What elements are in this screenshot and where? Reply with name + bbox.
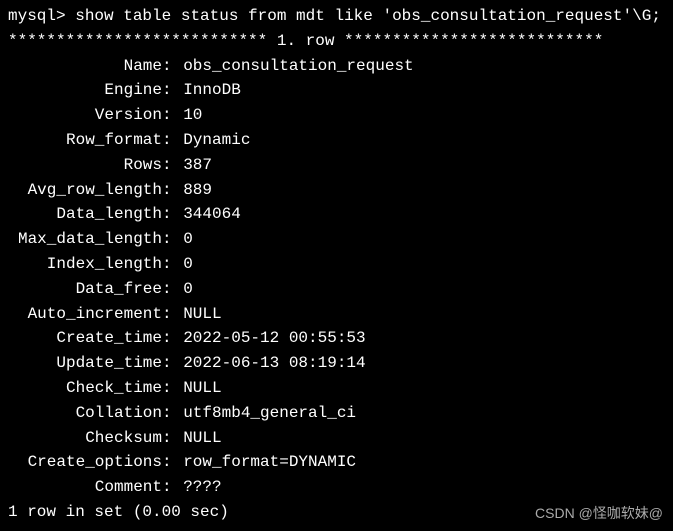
field-row: Update_time: 2022-06-13 08:19:14 [8, 351, 665, 376]
field-colon: : [162, 178, 183, 203]
field-colon: : [162, 326, 183, 351]
field-label: Rows [8, 153, 162, 178]
field-row: Max_data_length: 0 [8, 227, 665, 252]
field-value: obs_consultation_request [183, 54, 413, 79]
field-value: ???? [183, 475, 221, 500]
field-row: Row_format: Dynamic [8, 128, 665, 153]
field-value: 2022-06-13 08:19:14 [183, 351, 365, 376]
field-row: Auto_increment: NULL [8, 302, 665, 327]
field-label: Auto_increment [8, 302, 162, 327]
field-colon: : [162, 227, 183, 252]
field-value: 0 [183, 277, 193, 302]
field-label: Comment [8, 475, 162, 500]
watermark: CSDN @怪咖软妹@ [535, 503, 663, 525]
field-row: Comment: ???? [8, 475, 665, 500]
field-row: Check_time: NULL [8, 376, 665, 401]
field-label: Create_time [8, 326, 162, 351]
field-colon: : [162, 450, 183, 475]
field-label: Data_free [8, 277, 162, 302]
table-status-fields: Name: obs_consultation_requestEngine: In… [8, 54, 665, 500]
field-label: Update_time [8, 351, 162, 376]
field-row: Checksum: NULL [8, 426, 665, 451]
field-colon: : [162, 376, 183, 401]
field-value: 344064 [183, 202, 241, 227]
row-separator: *************************** 1. row *****… [8, 29, 665, 54]
field-label: Checksum [8, 426, 162, 451]
field-colon: : [162, 54, 183, 79]
field-label: Collation [8, 401, 162, 426]
field-value: 10 [183, 103, 202, 128]
field-value: row_format=DYNAMIC [183, 450, 356, 475]
field-value: InnoDB [183, 78, 241, 103]
field-colon: : [162, 78, 183, 103]
field-row: Index_length: 0 [8, 252, 665, 277]
field-label: Row_format [8, 128, 162, 153]
field-colon: : [162, 351, 183, 376]
field-row: Data_free: 0 [8, 277, 665, 302]
field-colon: : [162, 128, 183, 153]
field-colon: : [162, 475, 183, 500]
field-row: Version: 10 [8, 103, 665, 128]
field-value: utf8mb4_general_ci [183, 401, 356, 426]
field-row: Create_options: row_format=DYNAMIC [8, 450, 665, 475]
field-value: 889 [183, 178, 212, 203]
field-label: Name [8, 54, 162, 79]
field-colon: : [162, 103, 183, 128]
field-label: Data_length [8, 202, 162, 227]
field-value: NULL [183, 376, 221, 401]
field-value: NULL [183, 426, 221, 451]
field-label: Avg_row_length [8, 178, 162, 203]
field-label: Engine [8, 78, 162, 103]
field-label: Version [8, 103, 162, 128]
field-label: Check_time [8, 376, 162, 401]
field-colon: : [162, 401, 183, 426]
field-value: 0 [183, 227, 193, 252]
field-row: Data_length: 344064 [8, 202, 665, 227]
field-colon: : [162, 153, 183, 178]
field-row: Name: obs_consultation_request [8, 54, 665, 79]
field-row: Engine: InnoDB [8, 78, 665, 103]
mysql-prompt-prefix: mysql> [8, 7, 75, 25]
field-row: Create_time: 2022-05-12 00:55:53 [8, 326, 665, 351]
field-row: Collation: utf8mb4_general_ci [8, 401, 665, 426]
field-colon: : [162, 202, 183, 227]
field-value: 0 [183, 252, 193, 277]
field-label: Index_length [8, 252, 162, 277]
field-value: 2022-05-12 00:55:53 [183, 326, 365, 351]
field-label: Create_options [8, 450, 162, 475]
field-value: NULL [183, 302, 221, 327]
field-value: 387 [183, 153, 212, 178]
field-colon: : [162, 252, 183, 277]
field-label: Max_data_length [8, 227, 162, 252]
mysql-prompt-line[interactable]: mysql> show table status from mdt like '… [8, 4, 665, 29]
field-value: Dynamic [183, 128, 250, 153]
field-colon: : [162, 426, 183, 451]
field-row: Avg_row_length: 889 [8, 178, 665, 203]
field-colon: : [162, 277, 183, 302]
field-colon: : [162, 302, 183, 327]
mysql-command: show table status from mdt like 'obs_con… [75, 7, 661, 25]
field-row: Rows: 387 [8, 153, 665, 178]
